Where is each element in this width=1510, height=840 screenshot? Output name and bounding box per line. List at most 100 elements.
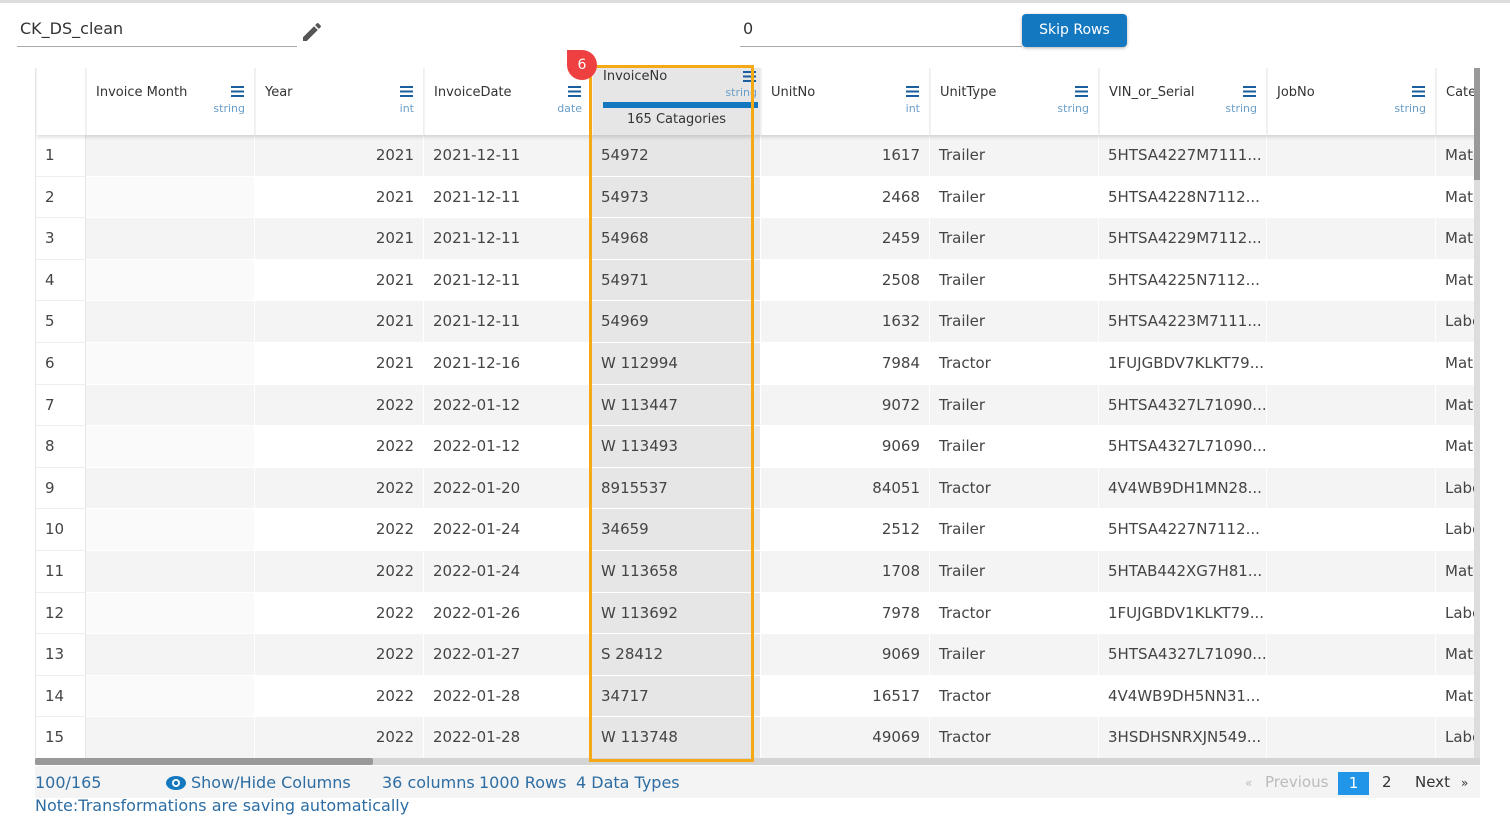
table-cell[interactable]: Labo bbox=[1436, 717, 1476, 758]
table-cell[interactable] bbox=[86, 467, 255, 510]
table-cell[interactable] bbox=[86, 218, 255, 260]
table-cell[interactable]: Tractor bbox=[930, 675, 1099, 718]
table-cell[interactable]: 2021-12-11 bbox=[424, 176, 592, 219]
table-cell[interactable]: Tractor bbox=[930, 717, 1099, 758]
column-header[interactable]: Year int bbox=[255, 68, 424, 135]
table-cell[interactable] bbox=[86, 384, 255, 427]
column-menu-icon[interactable] bbox=[231, 86, 244, 97]
table-cell[interactable]: 2022 bbox=[255, 634, 424, 676]
table-cell[interactable] bbox=[1267, 218, 1436, 260]
table-cell[interactable]: 2022 bbox=[255, 551, 424, 593]
table-row[interactable]: 4 2021 2021-12-11 54971 2508 Trailer 5HTSA4225… bbox=[36, 259, 1476, 302]
column-header[interactable]: UnitType string bbox=[930, 68, 1099, 135]
table-cell[interactable]: Trailer bbox=[930, 551, 1099, 593]
eye-icon[interactable] bbox=[165, 775, 187, 791]
table-cell[interactable]: 2021-12-11 bbox=[424, 259, 592, 302]
table-cell[interactable]: Tractor bbox=[930, 592, 1099, 635]
table-cell[interactable]: 5HTSA4227M7111... bbox=[1099, 135, 1267, 177]
column-header[interactable]: JobNo string bbox=[1267, 68, 1436, 135]
table-cell[interactable]: 8915537 bbox=[592, 467, 761, 510]
table-row[interactable]: 13 2022 2022-01-27 S 28412 9069 Trailer 5HTSA4… bbox=[36, 634, 1476, 676]
table-row[interactable]: 1 2021 2021-12-11 54972 1617 Trailer 5HTSA4227… bbox=[36, 135, 1476, 177]
table-cell[interactable] bbox=[86, 675, 255, 718]
table-cell[interactable]: 49069 bbox=[761, 717, 930, 758]
table-cell[interactable]: 2022 bbox=[255, 384, 424, 427]
table-cell[interactable] bbox=[1267, 426, 1436, 468]
table-cell[interactable]: 5HTSA4229M7112... bbox=[1099, 218, 1267, 260]
table-cell[interactable]: 2022-01-28 bbox=[424, 717, 592, 758]
table-cell[interactable]: 5HTSA4227N7112... bbox=[1099, 509, 1267, 551]
previous-page-button[interactable]: Previous bbox=[1265, 773, 1328, 791]
table-cell[interactable]: 2021 bbox=[255, 259, 424, 302]
table-cell[interactable]: 5HTSA4225N7112... bbox=[1099, 259, 1267, 302]
pencil-icon[interactable] bbox=[300, 20, 324, 44]
table-cell[interactable]: 2459 bbox=[761, 218, 930, 260]
table-cell[interactable]: 2021-12-11 bbox=[424, 301, 592, 343]
table-cell[interactable] bbox=[86, 426, 255, 468]
table-cell[interactable]: 9072 bbox=[761, 384, 930, 427]
table-cell[interactable]: Trailer bbox=[930, 218, 1099, 260]
table-cell[interactable]: 54972 bbox=[592, 135, 761, 177]
table-cell[interactable] bbox=[1267, 467, 1436, 510]
table-cell[interactable]: 4V4WB9DH1MN28... bbox=[1099, 467, 1267, 510]
table-cell[interactable]: 2021 bbox=[255, 218, 424, 260]
page-2-button[interactable]: 2 bbox=[1382, 773, 1392, 791]
table-row[interactable]: 7 2022 2022-01-12 W 113447 9072 Trailer 5HTSA4… bbox=[36, 384, 1476, 427]
table-cell[interactable] bbox=[86, 135, 255, 177]
table-cell[interactable]: Labo bbox=[1436, 301, 1476, 343]
table-cell[interactable]: 9069 bbox=[761, 426, 930, 468]
table-cell[interactable]: Mate bbox=[1436, 176, 1476, 219]
table-cell[interactable]: 7978 bbox=[761, 592, 930, 635]
table-cell[interactable] bbox=[1267, 634, 1436, 676]
table-cell[interactable] bbox=[1267, 301, 1436, 343]
table-cell[interactable]: 2022-01-28 bbox=[424, 675, 592, 718]
table-cell[interactable]: 5HTSA4223M7111... bbox=[1099, 301, 1267, 343]
table-row[interactable]: 6 2021 2021-12-16 W 112994 7984 Tractor 1FUJGB… bbox=[36, 343, 1476, 385]
table-cell[interactable]: 2022-01-27 bbox=[424, 634, 592, 676]
table-cell[interactable]: 2021 bbox=[255, 343, 424, 385]
table-cell[interactable]: Trailer bbox=[930, 426, 1099, 468]
table-cell[interactable]: 5HTSA4228N7112... bbox=[1099, 176, 1267, 219]
table-cell[interactable]: Mate bbox=[1436, 384, 1476, 427]
column-header[interactable]: UnitNo int bbox=[761, 68, 930, 135]
table-cell[interactable]: Mate bbox=[1436, 634, 1476, 676]
table-cell[interactable] bbox=[1267, 592, 1436, 635]
table-cell[interactable] bbox=[86, 176, 255, 219]
table-cell[interactable] bbox=[1267, 551, 1436, 593]
table-cell[interactable]: Tractor bbox=[930, 467, 1099, 510]
table-cell[interactable]: S 28412 bbox=[592, 634, 761, 676]
table-cell[interactable]: Mate bbox=[1436, 426, 1476, 468]
table-cell[interactable]: 1FUJGBDV7KLKT79... bbox=[1099, 343, 1267, 385]
table-cell[interactable]: Tractor bbox=[930, 343, 1099, 385]
table-cell[interactable]: 2022 bbox=[255, 592, 424, 635]
table-cell[interactable] bbox=[1267, 176, 1436, 219]
horizontal-scrollbar-thumb[interactable] bbox=[35, 758, 373, 765]
table-cell[interactable]: Trailer bbox=[930, 135, 1099, 177]
column-header[interactable]: Cate bbox=[1436, 68, 1476, 135]
table-cell[interactable] bbox=[86, 592, 255, 635]
table-cell[interactable] bbox=[1267, 509, 1436, 551]
table-cell[interactable]: 2508 bbox=[761, 259, 930, 302]
table-cell[interactable]: 5HTAB442XG7H81... bbox=[1099, 551, 1267, 593]
table-cell[interactable]: W 113447 bbox=[592, 384, 761, 427]
table-cell[interactable]: 2021 bbox=[255, 176, 424, 219]
column-header[interactable]: InvoiceNo string 165 Catagories bbox=[592, 68, 761, 135]
table-cell[interactable]: 5HTSA4327L71090... bbox=[1099, 384, 1267, 427]
table-row[interactable]: 2 2021 2021-12-11 54973 2468 Trailer 5HTSA4228… bbox=[36, 176, 1476, 219]
next-page-button[interactable]: Next bbox=[1415, 773, 1450, 791]
column-header[interactable]: Invoice Month string bbox=[86, 68, 255, 135]
table-cell[interactable] bbox=[1267, 384, 1436, 427]
table-cell[interactable] bbox=[86, 509, 255, 551]
table-row[interactable]: 11 2022 2022-01-24 W 113658 1708 Trailer 5HTAB… bbox=[36, 551, 1476, 593]
skip-rows-input[interactable]: 0 bbox=[740, 14, 1022, 47]
table-cell[interactable]: Mate bbox=[1436, 218, 1476, 260]
table-cell[interactable]: 2021-12-16 bbox=[424, 343, 592, 385]
show-hide-columns-link[interactable]: Show/Hide Columns bbox=[191, 773, 351, 792]
table-cell[interactable] bbox=[86, 717, 255, 758]
table-cell[interactable]: 2022-01-20 bbox=[424, 467, 592, 510]
skip-rows-button[interactable]: Skip Rows bbox=[1022, 14, 1127, 47]
table-cell[interactable]: 2021 bbox=[255, 301, 424, 343]
table-cell[interactable]: 2022-01-12 bbox=[424, 384, 592, 427]
table-row[interactable]: 3 2021 2021-12-11 54968 2459 Trailer 5HTSA4229… bbox=[36, 218, 1476, 260]
table-cell[interactable]: 34659 bbox=[592, 509, 761, 551]
